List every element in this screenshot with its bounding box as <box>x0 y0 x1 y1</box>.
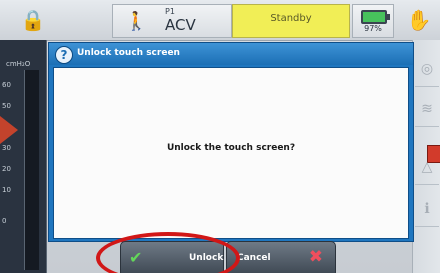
standby-status: Standby <box>232 4 350 38</box>
right-toolbar: ◎ ≋ △ ℹ <box>412 40 440 273</box>
tick-20: 20 <box>2 165 11 173</box>
status-bar: 🔒 🚶 P1 ACV Standby 97% ✋ <box>0 0 440 41</box>
x-icon: ✖ <box>308 247 323 267</box>
cancel-button[interactable]: Cancel ✖ <box>226 241 336 273</box>
unlock-button[interactable]: ✔ Unlock <box>120 241 224 273</box>
dialog-message: Unlock the touch screen? <box>166 143 296 153</box>
tick-60: 60 <box>2 81 11 89</box>
pointer-arrow <box>0 116 18 144</box>
mode-indicator[interactable]: 🚶 P1 ACV <box>112 4 232 38</box>
battery-indicator: 97% <box>352 4 394 38</box>
unlock-button-label: Unlock <box>189 253 224 263</box>
pressure-bar <box>24 70 39 270</box>
lock-icon[interactable]: 🔒 <box>18 6 48 34</box>
tick-0: 0 <box>2 217 7 225</box>
patient-icon: 🚶 <box>125 11 148 32</box>
patient-label: P1 <box>165 7 175 16</box>
dialog-header: ? Unlock touch screen <box>49 43 413 65</box>
standby-label: Standby <box>270 13 312 24</box>
unlock-dialog: ? Unlock touch screen Unlock the touch s… <box>48 42 414 242</box>
hand-icon[interactable]: ✋ <box>402 6 436 34</box>
question-icon: ? <box>55 46 73 64</box>
circuit-icon[interactable]: ◎ <box>415 52 439 87</box>
dialog-body: Unlock the touch screen? <box>53 67 409 239</box>
pressure-unit: cmH₂O <box>6 60 31 68</box>
alarm-icon[interactable]: ≋ <box>415 92 439 127</box>
dialog-title: Unlock touch screen <box>77 48 180 58</box>
tick-10: 10 <box>2 186 11 194</box>
tick-30: 30 <box>2 144 11 152</box>
dialog-buttons: ✔ Unlock Cancel ✖ <box>96 241 342 273</box>
settings-icon[interactable]: △ <box>415 150 439 185</box>
cancel-button-label: Cancel <box>237 253 271 263</box>
pressure-gauge: cmH₂O 60 50 40 30 20 10 0 <box>0 40 47 273</box>
ventilation-mode: ACV <box>165 16 196 34</box>
tick-50: 50 <box>2 102 11 110</box>
ventilator-screen: 🔒 🚶 P1 ACV Standby 97% ✋ cmH₂O 60 50 40 … <box>0 0 440 273</box>
check-icon: ✔ <box>129 248 143 267</box>
battery-percent: 97% <box>364 24 382 33</box>
battery-icon <box>361 10 390 24</box>
info-icon[interactable]: ℹ <box>415 192 439 227</box>
